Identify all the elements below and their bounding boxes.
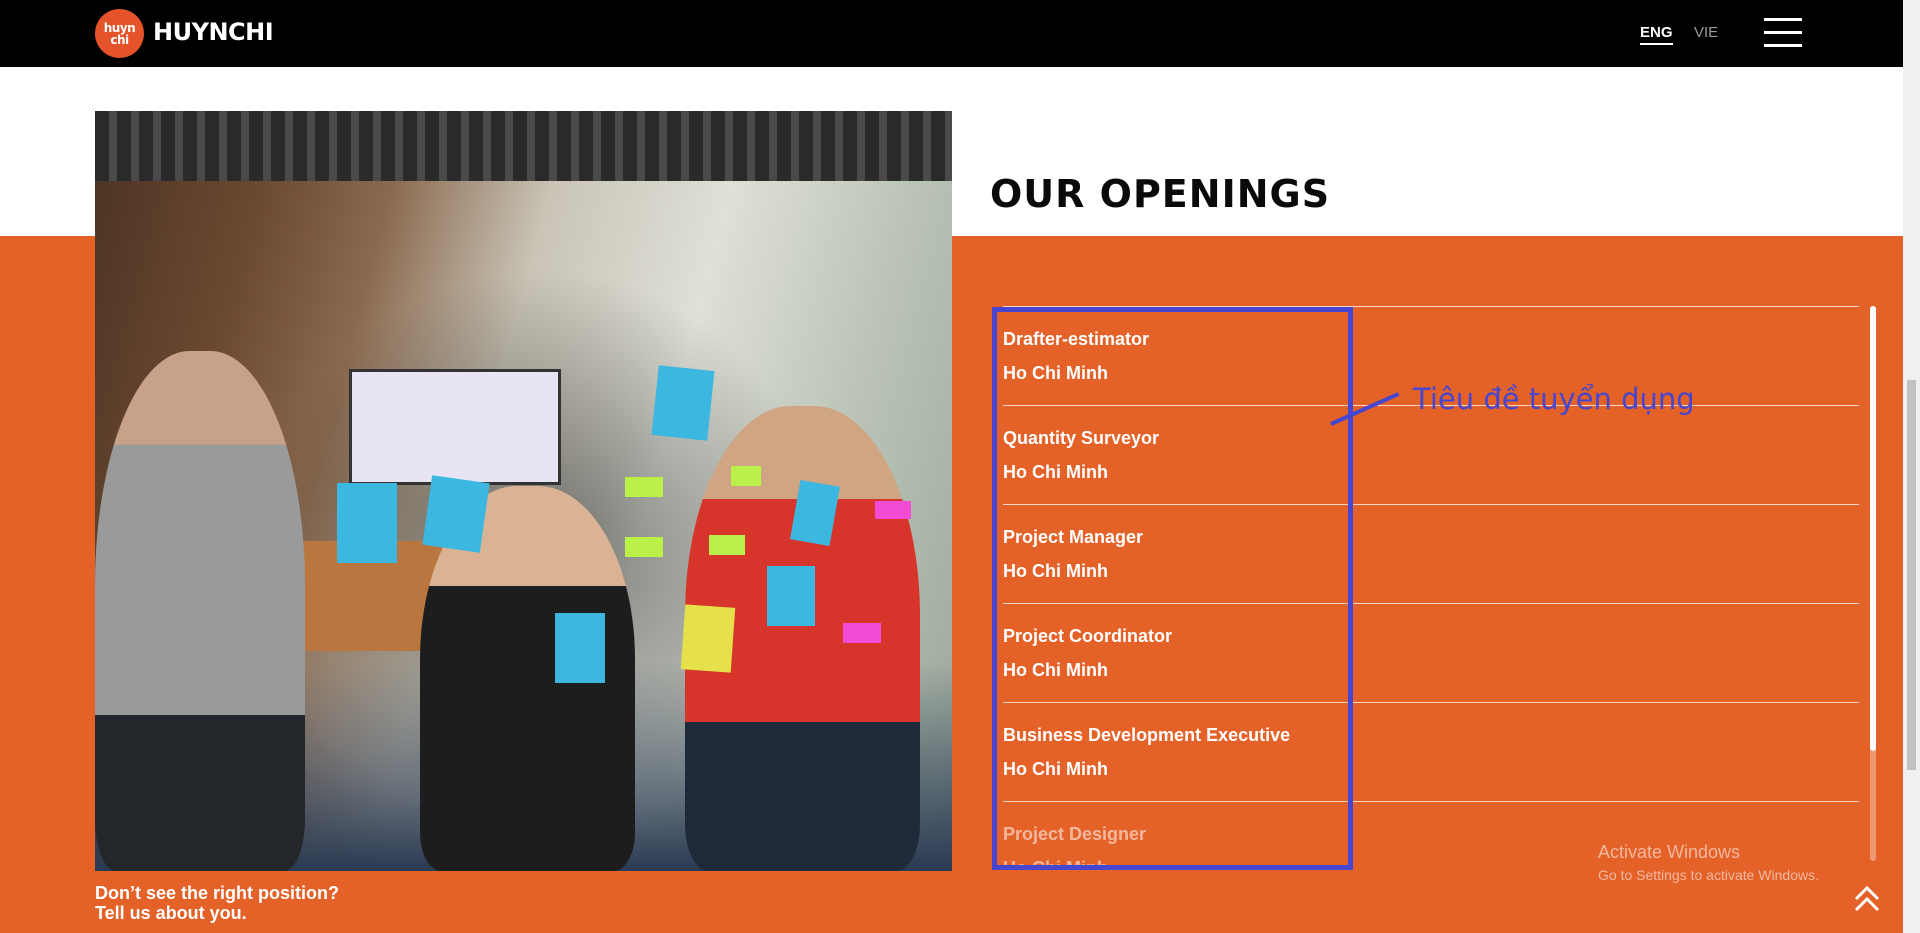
lang-vie-link[interactable]: VIE (1694, 24, 1718, 41)
menu-line (1764, 44, 1802, 47)
cta-line-2: Tell us about you. (95, 903, 247, 923)
menu-line (1764, 31, 1802, 34)
activate-windows-title: Activate Windows (1598, 842, 1741, 862)
sticky-note (709, 535, 745, 555)
sticky-note (680, 604, 736, 673)
annotation-box (992, 307, 1353, 870)
sticky-note (731, 466, 761, 486)
brand-name[interactable]: HUYNCHI (153, 18, 274, 46)
openings-scroll-thumb[interactable] (1870, 306, 1876, 751)
logo-mark-top: huyn (103, 20, 136, 35)
page-scroll-thumb[interactable] (1907, 380, 1916, 770)
team-photo (95, 111, 952, 871)
hamburger-icon[interactable] (1764, 18, 1802, 48)
cta-line-1: Don’t see the right position? (95, 883, 339, 903)
sticky-note (337, 483, 397, 563)
logo-icon[interactable]: huyn chi (95, 9, 144, 58)
lang-eng-link[interactable]: ENG (1640, 24, 1673, 45)
photo-ceiling (95, 111, 952, 181)
page-title: OUR OPENINGS (990, 172, 1331, 216)
openings-scrollbar[interactable] (1870, 306, 1876, 861)
photo-screen (349, 369, 561, 485)
menu-line (1764, 18, 1802, 21)
cta-text[interactable]: Don’t see the right position? Tell us ab… (95, 883, 339, 923)
sticky-note (422, 475, 490, 553)
page-scrollbar[interactable] (1903, 0, 1920, 933)
sticky-note (651, 365, 715, 441)
logo-mark-bottom: chi (110, 32, 129, 47)
activate-windows-subtitle: Go to Settings to activate Windows. (1598, 867, 1819, 883)
sticky-note (625, 477, 663, 497)
sticky-note (843, 623, 881, 643)
sticky-note (555, 613, 605, 683)
photo-person (95, 351, 305, 871)
annotation-label: Tiêu đề tuyển dụng (1413, 382, 1695, 416)
sticky-note (767, 566, 815, 626)
sticky-note (875, 501, 911, 519)
top-navbar: huyn chi HUYNCHI ENG VIE (0, 0, 1903, 67)
sticky-note (625, 537, 663, 557)
double-chevron-up-icon[interactable] (1852, 884, 1882, 914)
